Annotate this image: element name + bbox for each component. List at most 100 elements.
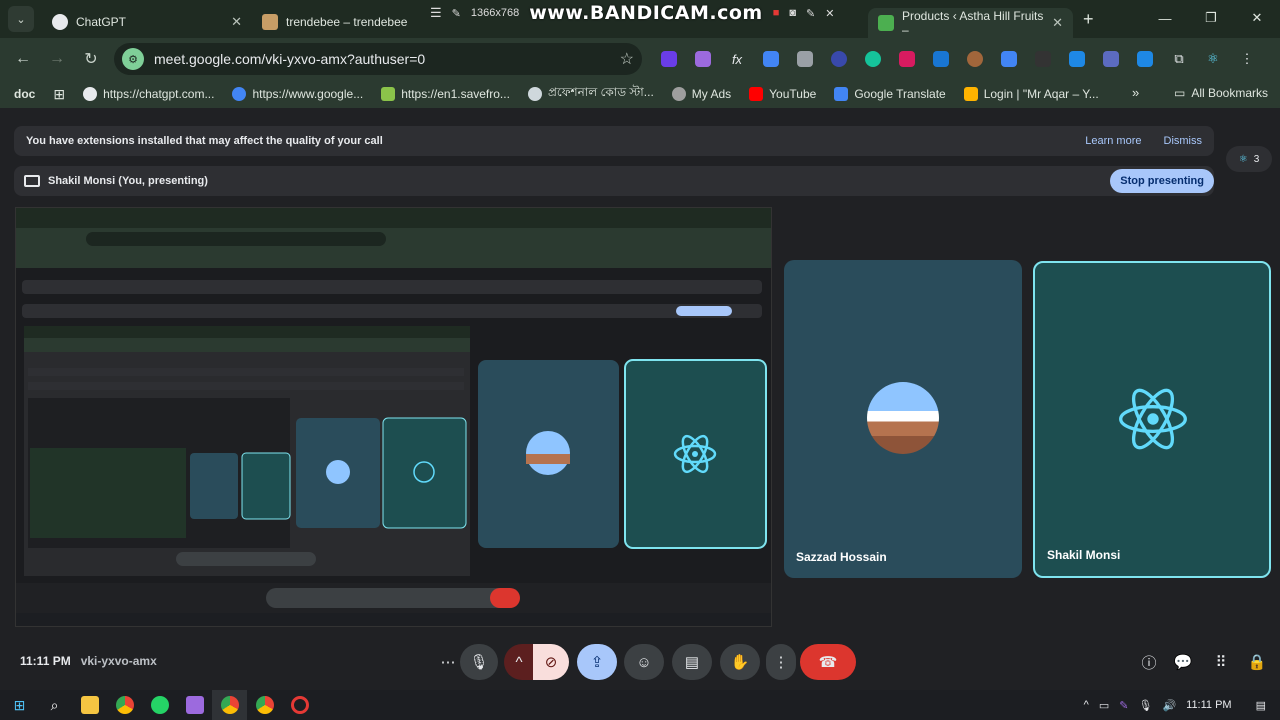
bookmark-item[interactable]: Login | "Mr Aqar – Y... <box>963 87 1099 101</box>
tray-chevron-icon[interactable]: ^ <box>1084 699 1089 711</box>
volume-icon[interactable]: 🔊 <box>1162 699 1176 712</box>
all-bookmarks[interactable]: ▭ All Bookmarks <box>1174 86 1268 100</box>
close-tab-icon[interactable]: ✕ <box>1052 15 1063 31</box>
shared-screen <box>15 207 772 627</box>
code-icon <box>527 87 542 101</box>
microphone-icon[interactable]: 🎙 <box>1138 699 1152 712</box>
bookmark-item[interactable]: Google Translate <box>834 87 946 101</box>
tab-astha-hill[interactable]: Products ‹ Astha Hill Fruits – ✕ <box>868 8 1073 38</box>
close-tab-icon[interactable]: ✕ <box>231 14 242 30</box>
end-call-button[interactable]: ☎ <box>800 644 856 680</box>
forward-icon[interactable]: → <box>40 50 74 68</box>
extension-icon[interactable] <box>992 45 1026 73</box>
pin-icon[interactable]: ✎ <box>452 7 461 20</box>
extensions-puzzle-icon[interactable]: ⧉ <box>1162 45 1196 73</box>
camera-icon[interactable] <box>788 45 822 73</box>
participant-tile-shakil[interactable]: Shakil Monsi <box>1033 261 1271 578</box>
activities-grid-icon[interactable]: ⠿ <box>1208 644 1234 680</box>
extension-icon[interactable] <box>924 45 958 73</box>
eyedropper-icon[interactable] <box>1026 45 1060 73</box>
host-controls-icon[interactable]: 🔒 <box>1244 644 1270 680</box>
translate-icon <box>834 87 849 101</box>
react-icon <box>1119 388 1187 450</box>
apps-grid-icon[interactable]: ⊞ <box>53 86 65 103</box>
bookmark-item[interactable]: https://chatgpt.com... <box>83 87 214 101</box>
camera-icon[interactable]: ◙ <box>789 7 796 19</box>
file-explorer-icon[interactable] <box>72 690 107 720</box>
stop-record-icon[interactable]: ■ <box>773 7 780 19</box>
bookmark-item[interactable]: https://en1.savefro... <box>381 87 510 101</box>
bookmark-star-icon[interactable]: ☆ <box>620 49 634 69</box>
close-recorder-icon[interactable]: ✕ <box>825 7 834 20</box>
chrome-icon[interactable] <box>107 690 142 720</box>
system-tray: ^ ▭ ✎ 🎙 🔊 11:11 PM ▤ <box>1084 690 1280 720</box>
meeting-details-icon[interactable]: ⓘ <box>1138 644 1160 680</box>
tab-trendebee[interactable]: trendebee – trendebee <box>252 7 452 37</box>
presenting-label: Shakil Monsi (You, presenting) <box>48 175 208 187</box>
site-info-icon[interactable]: ⚙ <box>122 48 144 70</box>
participant-tile-sazzad[interactable]: Sazzad Hossain <box>784 260 1022 578</box>
tab-title: trendebee – trendebee <box>286 15 408 29</box>
notifications-icon[interactable]: ▤ <box>1256 699 1266 712</box>
translate-icon[interactable] <box>754 45 788 73</box>
microphone-button[interactable]: 🎙 <box>460 644 498 680</box>
bookmark-doc[interactable]: doc <box>14 87 35 101</box>
extensions-notice: You have extensions installed that may a… <box>14 126 1214 156</box>
tab-chatgpt[interactable]: ChatGPT ✕ <box>42 7 252 37</box>
more-vert-icon[interactable]: ⋮ <box>766 644 796 680</box>
captions-button[interactable]: ▤ <box>672 644 712 680</box>
stop-presenting-button[interactable]: Stop presenting <box>1110 169 1214 193</box>
search-icon[interactable]: ⌕ <box>37 690 72 720</box>
participant-name: Shakil Monsi <box>1047 548 1121 562</box>
bookmark-item[interactable]: https://www.google... <box>232 87 363 101</box>
pencil-icon[interactable]: ✎ <box>806 7 815 20</box>
new-tab-icon[interactable]: + <box>1083 9 1094 30</box>
bookmark-item[interactable]: My Ads <box>671 87 731 101</box>
feather-icon[interactable]: ✎ <box>1119 699 1128 712</box>
network-icon[interactable]: ▭ <box>1099 699 1109 712</box>
back-icon[interactable]: ← <box>6 50 40 68</box>
extension-icon[interactable] <box>822 45 856 73</box>
participants-badge[interactable]: ⚛ 3 <box>1226 146 1272 172</box>
toolbar: ← → ↻ ⚙ meet.google.com/vki-yxvo-amx?aut… <box>0 38 1280 80</box>
taskbar-clock[interactable]: 11:11 PM <box>1186 699 1231 711</box>
windows-start-icon[interactable]: ⊞ <box>2 690 37 720</box>
extension-icon[interactable] <box>652 45 686 73</box>
reload-icon[interactable]: ↻ <box>74 49 108 69</box>
download-icon[interactable] <box>890 45 924 73</box>
chat-icon[interactable]: 💬 <box>1172 644 1194 680</box>
bookmark-item[interactable]: প্রফেশনাল কোড স্টা... <box>527 84 654 104</box>
grammarly-icon[interactable] <box>856 45 890 73</box>
react-devtools-icon[interactable]: ⚛ <box>1196 45 1230 73</box>
extension-icon[interactable] <box>1060 45 1094 73</box>
login-icon <box>963 87 978 101</box>
menu-icon[interactable]: ☰ <box>430 5 442 21</box>
extension-icon[interactable] <box>1094 45 1128 73</box>
download-icon[interactable] <box>1128 45 1162 73</box>
camera-options-chevron-icon[interactable]: ^ <box>504 644 534 680</box>
cookie-icon[interactable] <box>958 45 992 73</box>
present-screen-button[interactable]: ⇪ <box>577 644 617 680</box>
more-menu-icon[interactable]: ⋮ <box>1230 45 1264 73</box>
extension-icon[interactable] <box>686 45 720 73</box>
feather-icon[interactable] <box>177 690 212 720</box>
camera-off-button[interactable]: ⊘ <box>533 644 569 680</box>
bandicam-icon[interactable] <box>282 690 317 720</box>
maximize-icon[interactable]: ❐ <box>1188 0 1234 36</box>
learn-more-link[interactable]: Learn more <box>1085 135 1141 147</box>
close-window-icon[interactable]: ✕ <box>1234 0 1280 36</box>
meeting-code: vki-yxvo-amx <box>80 654 157 668</box>
address-bar[interactable]: ⚙ meet.google.com/vki-yxvo-amx?authuser=… <box>114 43 642 75</box>
minimize-icon[interactable]: — <box>1142 0 1188 36</box>
dismiss-link[interactable]: Dismiss <box>1164 135 1203 147</box>
tab-search-chevron-icon[interactable]: ⌄ <box>8 6 34 32</box>
whatsapp-icon[interactable] <box>142 690 177 720</box>
chevron-right-icon[interactable]: » <box>1132 85 1139 100</box>
bookmark-item[interactable]: YouTube <box>749 87 816 101</box>
participant-count: 3 <box>1253 153 1260 165</box>
fx-icon[interactable]: fx <box>720 45 754 73</box>
emoji-button[interactable]: ☺ <box>624 644 664 680</box>
chrome-active-icon[interactable] <box>212 690 247 720</box>
chrome-profile-icon[interactable] <box>247 690 282 720</box>
raise-hand-button[interactable]: ✋ <box>720 644 760 680</box>
